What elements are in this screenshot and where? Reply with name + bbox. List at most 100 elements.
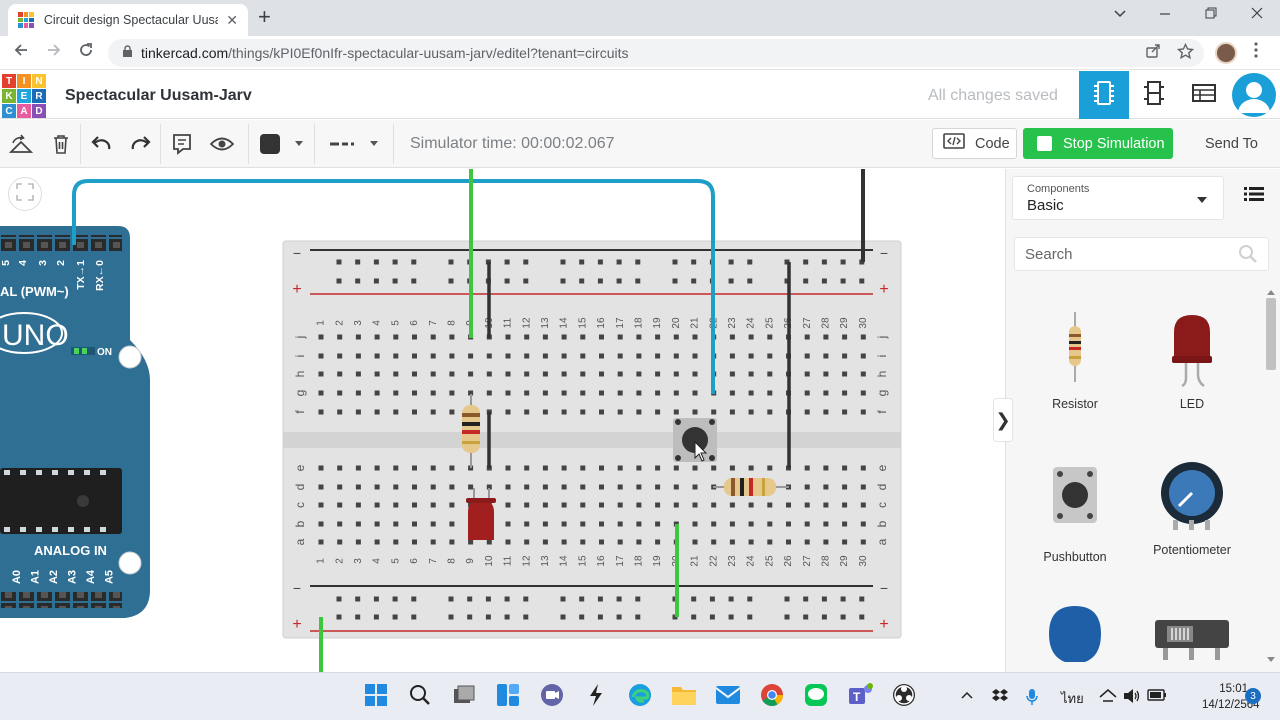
breadboard-hole[interactable] bbox=[355, 484, 361, 490]
breadboard-hole[interactable] bbox=[449, 502, 455, 508]
breadboard-hole[interactable] bbox=[860, 334, 866, 340]
breadboard-hole[interactable] bbox=[374, 353, 380, 359]
breadboard-hole[interactable] bbox=[711, 539, 717, 545]
breadboard-hole[interactable] bbox=[393, 539, 399, 545]
rail-hole[interactable] bbox=[392, 596, 398, 602]
breadboard-hole[interactable] bbox=[355, 521, 361, 527]
wire-style-dropdown-chevron-icon[interactable] bbox=[370, 141, 378, 146]
breadboard-hole[interactable] bbox=[692, 465, 698, 471]
schematic-view-button[interactable] bbox=[1129, 71, 1179, 119]
breadboard-hole[interactable] bbox=[636, 465, 642, 471]
breadboard-hole[interactable] bbox=[505, 353, 511, 359]
breadboard-hole[interactable] bbox=[860, 409, 866, 415]
rail-hole[interactable] bbox=[709, 614, 715, 620]
breadboard-hole[interactable] bbox=[580, 409, 586, 415]
rail-hole[interactable] bbox=[504, 278, 510, 284]
breadboard-hole[interactable] bbox=[636, 539, 642, 545]
breadboard-hole[interactable] bbox=[692, 409, 698, 415]
breadboard-hole[interactable] bbox=[542, 484, 548, 490]
rail-hole[interactable] bbox=[373, 259, 379, 265]
breadboard-hole[interactable] bbox=[430, 409, 436, 415]
breadboard-hole[interactable] bbox=[636, 521, 642, 527]
breadboard-hole[interactable] bbox=[524, 539, 530, 545]
breadboard-hole[interactable] bbox=[673, 409, 679, 415]
breadboard-hole[interactable] bbox=[524, 484, 530, 490]
breadboard-hole[interactable] bbox=[355, 409, 361, 415]
breadboard-hole[interactable] bbox=[748, 521, 754, 527]
rail-hole[interactable] bbox=[691, 259, 697, 265]
breadboard-hole[interactable] bbox=[468, 353, 474, 359]
breadboard-hole[interactable] bbox=[505, 390, 511, 396]
breadboard-hole[interactable] bbox=[430, 539, 436, 545]
rail-hole[interactable] bbox=[560, 614, 566, 620]
breadboard-hole[interactable] bbox=[449, 334, 455, 340]
breadboard-hole[interactable] bbox=[542, 521, 548, 527]
rail-hole[interactable] bbox=[448, 596, 454, 602]
close-window-icon[interactable] bbox=[1250, 6, 1264, 25]
breadboard-hole[interactable] bbox=[412, 465, 417, 471]
component-pushbutton[interactable]: Pushbutton bbox=[1020, 463, 1130, 564]
breadboard-hole[interactable] bbox=[860, 521, 866, 527]
breadboard-hole[interactable] bbox=[655, 484, 661, 490]
breadboard-hole[interactable] bbox=[524, 521, 530, 527]
breadboard-hole[interactable] bbox=[692, 539, 698, 545]
breadboard-hole[interactable] bbox=[505, 502, 511, 508]
rail-hole[interactable] bbox=[411, 278, 417, 284]
rail-hole[interactable] bbox=[616, 596, 622, 602]
breadboard-hole[interactable] bbox=[393, 465, 399, 471]
stop-simulation-button[interactable]: Stop Simulation bbox=[1023, 128, 1173, 159]
breadboard-hole[interactable] bbox=[393, 390, 399, 396]
breadboard-hole[interactable] bbox=[580, 371, 586, 377]
breadboard-hole[interactable] bbox=[673, 465, 679, 471]
search-input[interactable] bbox=[1025, 245, 1235, 263]
input-language[interactable]: ไทย bbox=[1061, 688, 1084, 709]
breadboard-hole[interactable] bbox=[355, 353, 361, 359]
tinkercad-logo[interactable]: TIN KER CAD bbox=[2, 74, 46, 118]
breadboard-hole[interactable] bbox=[692, 502, 698, 508]
rotate-button[interactable] bbox=[9, 132, 33, 156]
breadboard-hole[interactable] bbox=[561, 353, 567, 359]
breadboard-hole[interactable] bbox=[804, 539, 810, 545]
breadboard-hole[interactable] bbox=[337, 334, 343, 340]
breadboard-hole[interactable] bbox=[505, 521, 511, 527]
breadboard-hole[interactable] bbox=[580, 353, 586, 359]
breadboard-hole[interactable] bbox=[842, 521, 848, 527]
breadboard-hole[interactable] bbox=[412, 484, 417, 490]
circuit-view-button[interactable] bbox=[1079, 71, 1129, 119]
component-list-view-button[interactable] bbox=[1179, 71, 1229, 119]
breadboard-hole[interactable] bbox=[617, 334, 623, 340]
breadboard-hole[interactable] bbox=[337, 521, 343, 527]
breadboard-hole[interactable] bbox=[636, 334, 642, 340]
redo-icon[interactable] bbox=[129, 132, 153, 156]
component-slideswitch[interactable] bbox=[1137, 618, 1247, 669]
breadboard-hole[interactable] bbox=[804, 409, 810, 415]
breadboard-hole[interactable] bbox=[355, 502, 361, 508]
pushbutton[interactable] bbox=[673, 418, 717, 462]
breadboard-hole[interactable] bbox=[655, 334, 661, 340]
breadboard-hole[interactable] bbox=[711, 502, 717, 508]
rail-hole[interactable] bbox=[523, 278, 529, 284]
breadboard-hole[interactable] bbox=[561, 371, 567, 377]
dev-tool-icon[interactable] bbox=[583, 682, 609, 708]
rail-hole[interactable] bbox=[336, 259, 342, 265]
breadboard-hole[interactable] bbox=[393, 353, 399, 359]
breadboard-hole[interactable] bbox=[692, 334, 698, 340]
breadboard-hole[interactable] bbox=[711, 465, 717, 471]
breadboard-hole[interactable] bbox=[804, 521, 810, 527]
breadboard-hole[interactable] bbox=[542, 502, 548, 508]
teams-chat-icon[interactable] bbox=[539, 682, 565, 708]
breadboard-hole[interactable] bbox=[767, 409, 773, 415]
breadboard-hole[interactable] bbox=[374, 371, 380, 377]
breadboard-hole[interactable] bbox=[486, 539, 492, 545]
breadboard-hole[interactable] bbox=[318, 465, 324, 471]
breadboard-hole[interactable] bbox=[655, 353, 661, 359]
rail-hole[interactable] bbox=[709, 596, 715, 602]
rail-hole[interactable] bbox=[616, 259, 622, 265]
project-title[interactable]: Spectacular Uusam-Jarv bbox=[65, 87, 252, 105]
rail-hole[interactable] bbox=[672, 278, 678, 284]
breadboard-hole[interactable] bbox=[337, 409, 343, 415]
rail-hole[interactable] bbox=[485, 614, 491, 620]
breadboard-hole[interactable] bbox=[692, 390, 698, 396]
breadboard-hole[interactable] bbox=[561, 539, 567, 545]
breadboard-hole[interactable] bbox=[580, 465, 586, 471]
